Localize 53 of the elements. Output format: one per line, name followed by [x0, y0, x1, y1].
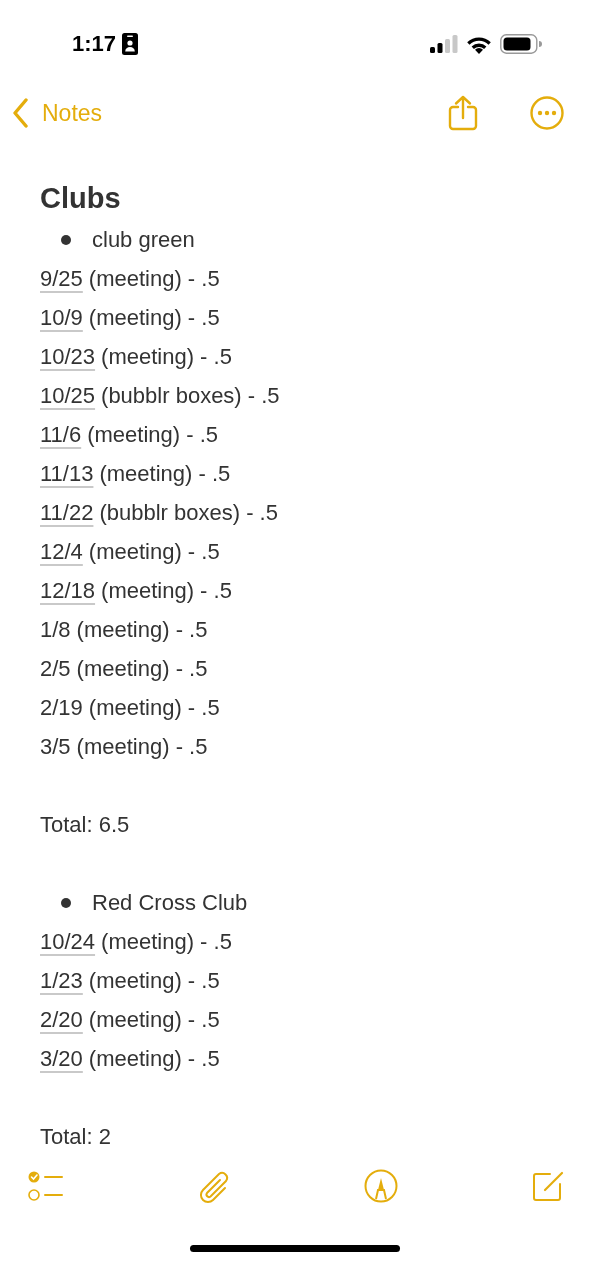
- bullet-icon: [61, 234, 71, 245]
- date-link[interactable]: 9/25: [40, 259, 83, 298]
- date-link[interactable]: 3/20: [40, 1039, 83, 1078]
- date-text: 3/5: [40, 733, 71, 761]
- bullet-icon: [61, 897, 71, 908]
- entry-text: (meeting) - .5: [88, 1045, 220, 1073]
- entry-text: (meeting) - .5: [88, 304, 220, 332]
- entry-text: (bubblr boxes) - .5: [101, 382, 280, 410]
- entry-text: (meeting) - .5: [87, 421, 218, 449]
- entry-text: (meeting) - .5: [76, 616, 208, 644]
- total-text: Total: 6.5: [40, 811, 130, 839]
- share-icon[interactable]: [448, 95, 478, 131]
- wifi-icon: [466, 34, 492, 54]
- entry-text: (meeting) - .5: [88, 1006, 220, 1034]
- date-link[interactable]: 11/22: [40, 493, 94, 532]
- chevron-left-icon: [12, 98, 28, 128]
- note-title: Clubs: [40, 181, 122, 216]
- entry-text: (meeting) - .5: [88, 694, 220, 722]
- status-time: 1:17: [72, 31, 117, 57]
- date-link[interactable]: 10/24: [40, 922, 96, 961]
- signal-icon: [430, 35, 458, 53]
- date-link[interactable]: 2/20: [40, 1000, 83, 1039]
- entry-text: (meeting) - .5: [76, 733, 208, 761]
- entry-text: (bubblr boxes) - .5: [99, 499, 278, 527]
- entry-text: (meeting) - .5: [101, 343, 232, 371]
- date-link[interactable]: 11/13: [40, 454, 94, 493]
- list-item: club green: [92, 226, 195, 254]
- total-text: Total: 2: [40, 1123, 111, 1151]
- entry-text: (meeting) - .5: [88, 265, 220, 293]
- date-link[interactable]: 12/18: [40, 571, 96, 610]
- more-icon[interactable]: [530, 96, 564, 130]
- date-link[interactable]: 10/25: [40, 376, 96, 415]
- entry-text: (meeting) - .5: [101, 577, 232, 605]
- entry-text: (meeting) - .5: [88, 967, 220, 995]
- date-text: 2/5: [40, 655, 71, 683]
- entry-text: (meeting) - .5: [88, 538, 220, 566]
- date-text: 1/8: [40, 616, 71, 644]
- list-item: Red Cross Club: [92, 889, 248, 917]
- entry-text: (meeting) - .5: [76, 655, 208, 683]
- date-link[interactable]: 1/23: [40, 961, 83, 1000]
- date-link[interactable]: 12/4: [40, 532, 83, 571]
- id-badge-icon: [122, 33, 139, 55]
- markup-pen-icon[interactable]: [364, 1169, 398, 1203]
- date-link[interactable]: 11/6: [40, 415, 82, 454]
- compose-icon[interactable]: [532, 1170, 564, 1202]
- date-text: 2/19: [40, 694, 83, 722]
- battery-icon: [500, 34, 542, 54]
- entry-text: (meeting) - .5: [99, 460, 231, 488]
- home-indicator[interactable]: [190, 1244, 400, 1252]
- date-link[interactable]: 10/23: [40, 337, 96, 376]
- checklist-icon[interactable]: [28, 1170, 64, 1202]
- entry-text: (meeting) - .5: [101, 928, 232, 956]
- date-link[interactable]: 10/9: [40, 298, 83, 337]
